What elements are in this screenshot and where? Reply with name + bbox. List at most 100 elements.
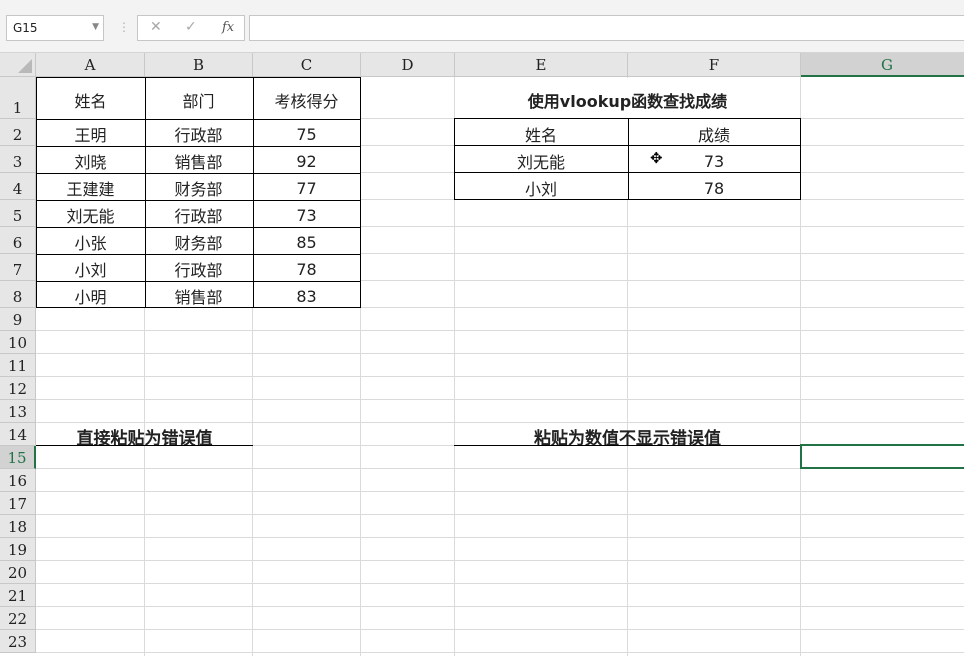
- row-header-6[interactable]: 6: [0, 227, 36, 254]
- select-all-button[interactable]: [0, 53, 36, 77]
- row-number: 17: [7, 495, 28, 513]
- row-header-8[interactable]: 8: [0, 281, 36, 308]
- cell-name[interactable]: 小刘: [37, 254, 144, 281]
- lookup-header-name[interactable]: 姓名: [455, 119, 627, 146]
- column-header-g[interactable]: G: [801, 53, 964, 77]
- cell-name[interactable]: 刘无能: [37, 200, 144, 227]
- row-header-19[interactable]: 19: [0, 538, 36, 561]
- row-number: 19: [7, 541, 28, 559]
- gridline: [36, 652, 964, 653]
- row-header-21[interactable]: 21: [0, 584, 36, 607]
- gridline: [36, 537, 964, 538]
- row-number: 4: [12, 180, 23, 198]
- cell-score[interactable]: 92: [253, 146, 360, 173]
- row-header-1[interactable]: 1: [0, 77, 36, 119]
- row-number: 6: [12, 234, 23, 252]
- cell-name[interactable]: 刘晓: [37, 146, 144, 173]
- row-header-9[interactable]: 9: [0, 308, 36, 331]
- row-header-4[interactable]: 4: [0, 173, 36, 200]
- cancel-icon[interactable]: ✕: [150, 19, 162, 35]
- row-number: 7: [12, 261, 23, 279]
- drag-handle-icon[interactable]: ⋮: [118, 20, 130, 34]
- column-header-a[interactable]: A: [36, 53, 145, 77]
- cell-score[interactable]: 83: [253, 281, 360, 308]
- chevron-down-icon[interactable]: ▼: [92, 22, 99, 32]
- cell-department[interactable]: 行政部: [145, 200, 252, 227]
- gridline: [36, 560, 964, 561]
- row-number: 3: [12, 153, 23, 171]
- row-number: 15: [7, 449, 27, 467]
- cell-score[interactable]: 78: [253, 254, 360, 281]
- paste-error-label[interactable]: 直接粘贴为错误值: [37, 423, 252, 449]
- cell-department[interactable]: 行政部: [145, 254, 252, 281]
- insert-function-icon[interactable]: fx: [222, 20, 234, 35]
- row-number: 14: [7, 426, 28, 444]
- row-number: 16: [7, 472, 28, 490]
- row-number: 18: [7, 518, 28, 536]
- row-header-10[interactable]: 10: [0, 331, 36, 354]
- gridline: [36, 583, 964, 584]
- cell-select-cursor-icon: ✥: [650, 149, 663, 167]
- row-header-15[interactable]: 15: [0, 446, 36, 469]
- cell-score[interactable]: 75: [253, 119, 360, 146]
- row-number: 11: [7, 357, 28, 375]
- gridline: [36, 376, 964, 377]
- gridline: [36, 606, 964, 607]
- row-header-7[interactable]: 7: [0, 254, 36, 281]
- cell-score[interactable]: 77: [253, 173, 360, 200]
- cell-department[interactable]: 财务部: [145, 173, 252, 200]
- row-header-23[interactable]: 23: [0, 630, 36, 653]
- column-header-c[interactable]: C: [253, 53, 361, 77]
- select-all-triangle-icon: [18, 59, 32, 73]
- cell-score[interactable]: 85: [253, 227, 360, 254]
- cell-department[interactable]: 销售部: [145, 281, 252, 308]
- header-name[interactable]: 姓名: [37, 78, 144, 119]
- column-header-e[interactable]: E: [455, 53, 628, 77]
- formula-buttons: ✕ ✓ fx: [137, 15, 245, 41]
- cell-name[interactable]: 王建建: [37, 173, 144, 200]
- selected-cell-g15[interactable]: [800, 444, 964, 469]
- lookup-header-score[interactable]: 成绩: [628, 119, 800, 146]
- cell-name[interactable]: 小明: [37, 281, 144, 308]
- paste-value-label[interactable]: 粘贴为数值不显示错误值: [455, 423, 800, 449]
- row-header-14[interactable]: 14: [0, 423, 36, 446]
- row-header-22[interactable]: 22: [0, 607, 36, 630]
- cell-score[interactable]: 73: [253, 200, 360, 227]
- column-header-f[interactable]: F: [628, 53, 801, 77]
- column-header-b[interactable]: B: [145, 53, 253, 77]
- row-number: 10: [7, 334, 28, 352]
- gridline: [36, 330, 964, 331]
- row-header-20[interactable]: 20: [0, 561, 36, 584]
- row-header-13[interactable]: 13: [0, 400, 36, 423]
- row-number: 22: [7, 610, 28, 628]
- gridline: [36, 514, 964, 515]
- cell-department[interactable]: 行政部: [145, 119, 252, 146]
- row-header-2[interactable]: 2: [0, 119, 36, 146]
- column-header-d[interactable]: D: [361, 53, 455, 77]
- header-department[interactable]: 部门: [145, 78, 252, 119]
- formula-input[interactable]: [249, 15, 964, 41]
- row-header-17[interactable]: 17: [0, 492, 36, 515]
- cell-department[interactable]: 财务部: [145, 227, 252, 254]
- row-number: 9: [12, 311, 23, 329]
- spreadsheet-grid[interactable]: A B C D E F G 1 2 3 4 5 6 7 8 9 10 11 12…: [0, 53, 964, 656]
- row-number: 12: [7, 380, 28, 398]
- cell-name[interactable]: 小张: [37, 227, 144, 254]
- row-header-5[interactable]: 5: [0, 200, 36, 227]
- lookup-title[interactable]: 使用vlookup函数查找成绩: [455, 78, 800, 119]
- cell-department[interactable]: 销售部: [145, 146, 252, 173]
- name-box[interactable]: G15 ▼: [6, 15, 104, 41]
- cell-name[interactable]: 王明: [37, 119, 144, 146]
- confirm-icon[interactable]: ✓: [185, 19, 197, 35]
- lookup-cell-name[interactable]: 小刘: [455, 173, 627, 200]
- row-number: 20: [7, 564, 28, 582]
- row-header-16[interactable]: 16: [0, 469, 36, 492]
- row-header-12[interactable]: 12: [0, 377, 36, 400]
- row-header-11[interactable]: 11: [0, 354, 36, 377]
- row-header-3[interactable]: 3: [0, 146, 36, 173]
- lookup-cell-score[interactable]: 78: [628, 173, 800, 200]
- row-header-18[interactable]: 18: [0, 515, 36, 538]
- header-score[interactable]: 考核得分: [253, 78, 360, 119]
- row-number: 1: [12, 99, 23, 117]
- lookup-cell-name[interactable]: 刘无能: [455, 146, 627, 173]
